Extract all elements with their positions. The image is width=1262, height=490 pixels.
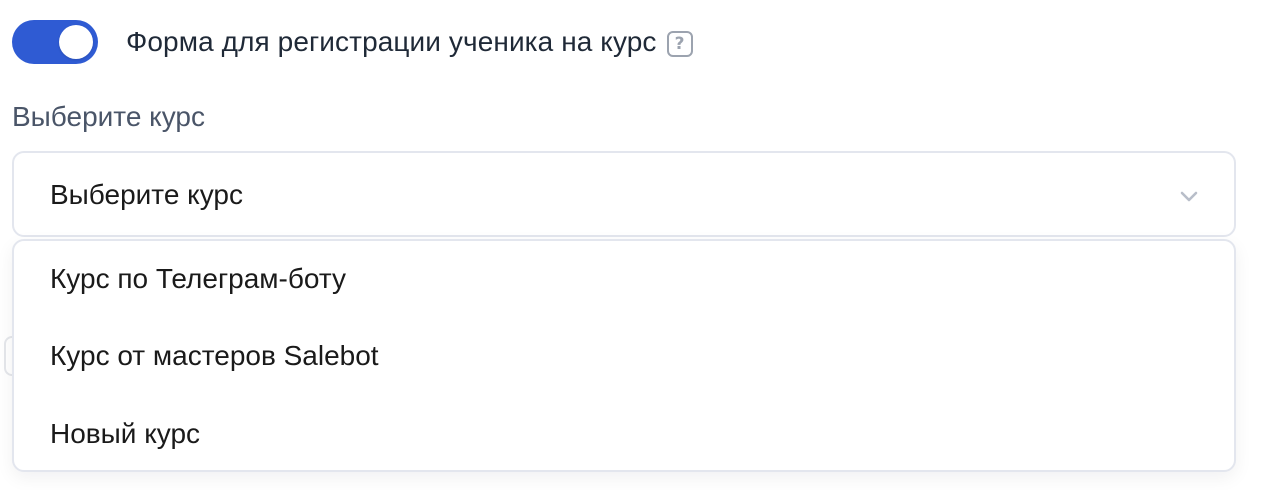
- course-select-value: Выберите курс: [50, 179, 243, 210]
- course-registration-settings: Форма для регистрации ученика на курс ? …: [0, 0, 1262, 490]
- course-option[interactable]: Курс от мастеров Salebot: [50, 340, 379, 372]
- course-option[interactable]: Курс по Телеграм-боту: [50, 263, 346, 295]
- registration-form-toggle[interactable]: [12, 20, 98, 64]
- registration-form-toggle-label: Форма для регистрации ученика на курс: [126, 26, 657, 57]
- chevron-down-icon: [1180, 191, 1198, 202]
- toggle-knob: [59, 25, 93, 59]
- course-select-label: Выберите курс: [12, 101, 205, 132]
- course-dropdown-menu: Курс по Телеграм-боту Курс от мастеров S…: [12, 239, 1236, 472]
- course-select[interactable]: Выберите курс: [12, 151, 1236, 237]
- registration-form-toggle-row: Форма для регистрации ученика на курс ?: [12, 20, 693, 64]
- course-option[interactable]: Новый курс: [50, 418, 200, 450]
- help-icon[interactable]: ?: [666, 31, 693, 57]
